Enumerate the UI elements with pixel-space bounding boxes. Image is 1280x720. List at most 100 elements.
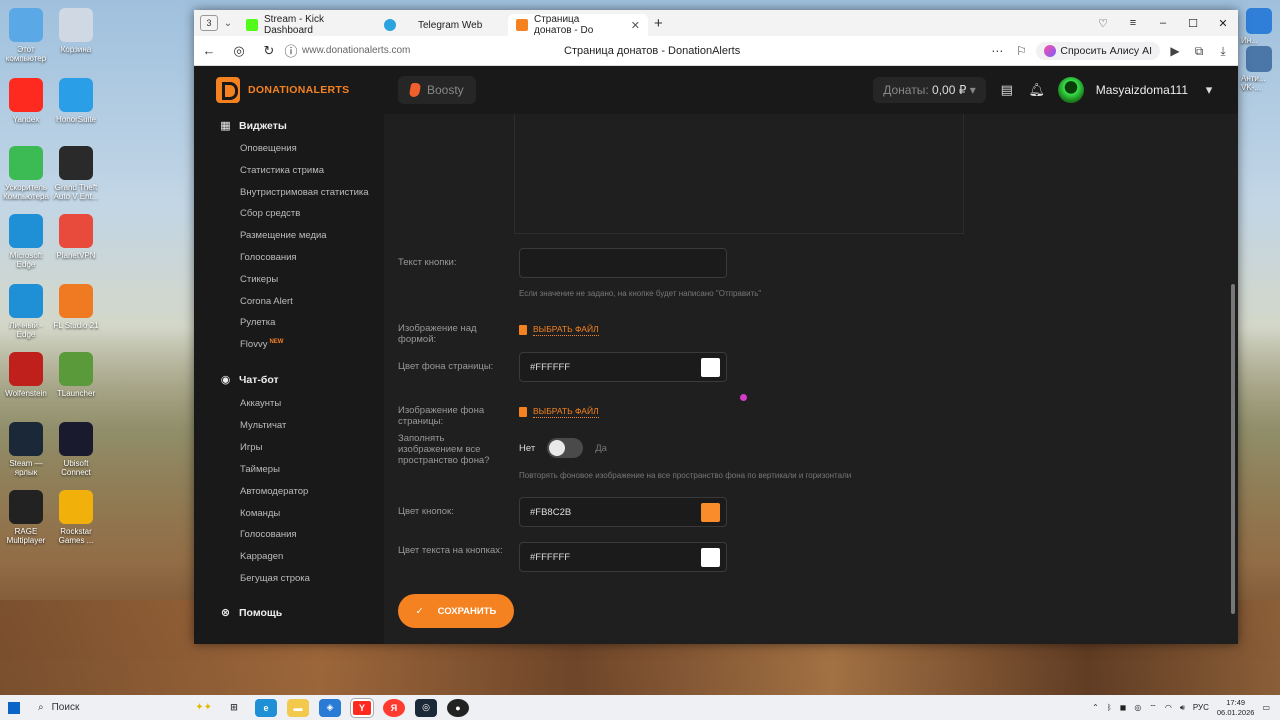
sidebar-item-chatbot[interactable]: Голосования [240,529,297,540]
reload-icon[interactable]: ↻ [254,43,284,59]
site-info-icon[interactable]: ⓘ [284,41,298,60]
save-button[interactable]: ✓ СОХРАНИТЬ [398,594,514,628]
button-text-field[interactable] [530,257,726,269]
sidebar-item-chatbot[interactable]: Kappagen [240,551,283,562]
desktop-icon[interactable]: Личный - Edge [0,284,52,339]
minimize-icon[interactable]: – [1148,17,1178,29]
taskbar-search[interactable]: ⌕ Поиск ✦✦ [28,695,218,720]
steam-icon[interactable]: ◎ [415,698,437,717]
desktop-icon[interactable]: TLauncher [50,352,102,398]
sidebar-item-widget[interactable]: Стикеры [240,274,278,285]
bg-image-choose-file[interactable]: ВЫБРАТЬ ФАЙЛ [519,406,599,418]
sidebar-section-chatbot[interactable]: ◉ Чат-бот [220,374,279,386]
bookmark-heart-icon[interactable]: ♡ [1088,17,1118,30]
sidebar-item-widget[interactable]: Corona Alert [240,296,293,307]
username[interactable]: Masyaizdoma111 [1096,83,1188,97]
chevron-down-icon[interactable]: ⌄ [218,18,238,29]
donates-dropdown[interactable]: Донаты: 0,00 ₽ ▾ [873,77,986,103]
download-icon[interactable]: ⤓ [1214,44,1232,59]
tab-kick[interactable]: Stream - Kick Dashboard [238,14,376,36]
sidebar-item-widget[interactable]: Размещение медиа [240,230,327,241]
close-window-icon[interactable]: ✕ [1208,17,1238,30]
button-color-swatch[interactable] [701,503,720,522]
desktop-icon[interactable]: Ускоритель Компьютера [0,146,52,201]
sidebar-item-widget[interactable]: Внутристримовая статистика [240,187,369,198]
desktop-icon[interactable]: HonorSuite [50,78,102,124]
sidebar-item-chatbot[interactable]: Автомодератор [240,486,308,497]
button-text-color-input[interactable]: #FFFFFF [519,542,727,572]
caret-down-icon[interactable]: ▾ [1200,82,1218,98]
yandex-circle-icon[interactable]: ◎ [224,43,254,59]
menu-icon[interactable]: ≡ [1118,17,1148,29]
ask-alice-button[interactable]: Спросить Алису AI [1036,42,1160,60]
url-field[interactable]: www.donationalerts.com [302,45,410,56]
page-scrollbar[interactable] [1230,114,1236,639]
boosty-button[interactable]: Boosty [398,76,476,104]
sidebar-item-widget[interactable]: Рулетка [240,317,275,328]
desktop-icon-right-1[interactable]: Ин... [1241,8,1277,45]
sidebar-item-chatbot[interactable]: Команды [240,508,280,519]
task-view-icon[interactable]: ⊞ [223,699,245,717]
sidebar-item-chatbot[interactable]: Мультичат [240,420,286,431]
bell-icon[interactable]: 🔔︎ [1028,82,1046,98]
wifi-icon[interactable]: ◠ [1165,703,1172,712]
text-area-preview[interactable] [514,114,964,234]
sidebar-item-chatbot[interactable]: Аккаунты [240,398,281,409]
desktop-icon[interactable]: RAGE Multiplayer [0,490,52,545]
button-text-color-swatch[interactable] [701,548,720,567]
desktop-icon[interactable]: PlanetVPN [50,214,102,260]
bg-color-input[interactable]: #FFFFFF [519,352,727,382]
bg-color-swatch[interactable] [701,358,720,377]
sidebar-section-widgets[interactable]: ▦ Виджеты [220,120,287,132]
yandex-icon[interactable]: Я [383,698,405,717]
button-text-input[interactable] [519,248,727,278]
edge-icon[interactable]: e [255,698,277,717]
desktop-icon[interactable]: Microsoft Edge [0,214,52,269]
yandex-browser-icon[interactable]: Y [351,698,373,717]
desktop-icon[interactable]: Grand Theft Auto V Ent... [50,146,102,201]
fill-background-toggle[interactable] [547,438,584,458]
tab-count[interactable]: 3 [200,15,218,31]
sidebar-item-widget[interactable]: Статистика стрима [240,165,324,176]
desktop-icon[interactable]: Steam — ярлык [0,422,52,477]
chevron-up-icon[interactable]: ⌃ [1092,703,1099,712]
sidebar-item-chatbot[interactable]: Игры [240,442,262,453]
desktop-icon[interactable]: Wolfenstein [0,352,52,398]
bluetooth-icon[interactable]: ᛒ [1107,703,1112,712]
more-icon[interactable]: ⋯ [988,44,1006,58]
app-icon[interactable]: ● [447,698,469,717]
sidebar-item-chatbot[interactable]: Бегущая строка [240,573,310,584]
button-color-input[interactable]: #FB8C2B [519,497,727,527]
scrollbar-thumb[interactable] [1231,284,1235,614]
bookmark-icon[interactable]: ⚐ [1012,44,1030,58]
desktop-icon[interactable]: FL Studio 21 [50,284,102,330]
app-tray-icon[interactable]: ◼ [1120,703,1127,712]
extensions-icon[interactable]: ⧉ [1190,44,1208,59]
notifications-icon[interactable]: ▭ [1262,703,1270,712]
volume-icon[interactable]: 🔊︎ [1180,703,1185,713]
desktop-icon[interactable]: Ubisoft Connect [50,422,102,477]
file-explorer-icon[interactable]: ▬ [287,698,309,717]
desktop-icon[interactable]: Корзина [50,8,102,54]
network-icon[interactable]: ⌔ [1149,703,1157,713]
start-button[interactable] [0,695,28,720]
sidebar-item-chatbot[interactable]: Таймеры [240,464,280,475]
sidebar-item-widget[interactable]: Flovvy NEW [240,339,283,350]
sidebar-item-widget[interactable]: Голосования [240,252,297,263]
close-icon[interactable]: ✕ [631,19,640,32]
steam-tray-icon[interactable]: ◎ [1134,703,1141,712]
maximize-icon[interactable]: ☐ [1178,17,1208,30]
sidebar-item-widget[interactable]: Сбор средств [240,208,300,219]
desktop-icon[interactable]: Rockstar Games ... [50,490,102,545]
header-image-choose-file[interactable]: ВЫБРАТЬ ФАЙЛ [519,324,599,336]
avatar[interactable] [1057,77,1084,103]
desktop-icon[interactable]: Этот компьютер [0,8,52,63]
tab-telegram[interactable]: Telegram Web [376,14,508,36]
clock[interactable]: 17:49 06.01.2026 [1217,698,1255,718]
back-icon[interactable]: ← [194,43,224,58]
language-indicator[interactable]: РУС [1193,703,1209,712]
desktop-icon-right-2[interactable]: Анти... VK-... [1241,46,1277,92]
donationalerts-logo[interactable]: DONATIONALERTS [216,77,349,103]
play-icon[interactable]: ▶ [1166,44,1184,58]
new-tab-button[interactable]: + [654,15,663,32]
